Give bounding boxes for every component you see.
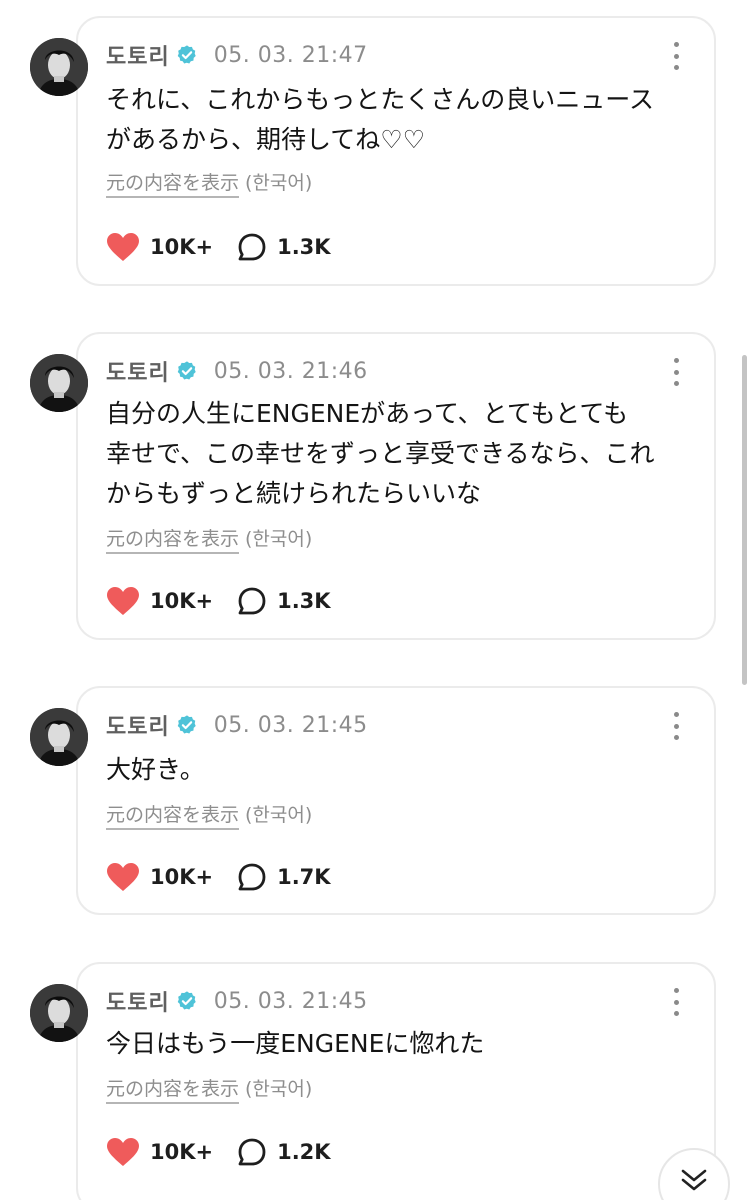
verified-badge-icon [177,45,196,64]
more-vertical-icon[interactable] [666,358,686,386]
more-vertical-icon[interactable] [666,988,686,1016]
show-original-row: 元の内容を表示 (한국어) [106,168,313,198]
post-card[interactable]: 도토리 05. 03. 21:45 今日はもう一度ENGENEに惚れた 元の内容… [76,962,716,1200]
post-actions: 10K+ 1.7K [106,860,331,894]
post-header: 도토리 05. 03. 21:46 [106,355,368,387]
post-text-line: 今日はもう一度ENGENEに惚れた [106,1029,485,1058]
show-original-link[interactable]: 元の内容を表示 [106,804,240,830]
comment-bubble-icon[interactable] [237,862,267,892]
post-text-line: 大好き。 [106,755,205,784]
author-name[interactable]: 도토리 [106,709,170,741]
comment-count: 1.3K [277,589,331,613]
like-count: 10K+ [150,235,214,259]
post-item: 도토리 05. 03. 21:45 大好き。 元の内容を表示 (한국어) 10K+ [0,686,751,915]
show-original-row: 元の内容を表示 (한국어) [106,1074,313,1104]
post-item: 도토리 05. 03. 21:45 今日はもう一度ENGENEに惚れた 元の内容… [0,962,751,1200]
author-name[interactable]: 도토리 [106,39,170,71]
show-original-link[interactable]: 元の内容を表示 [106,528,240,554]
comment-count: 1.3K [277,235,331,259]
post-text: 自分の人生にENGENEがあって、とてもとても 幸せで、この幸せをずっと享受でき… [106,394,706,514]
post-item: 도토리 05. 03. 21:46 自分の人生にENGENEがあって、とてもとて… [0,332,751,640]
like-count: 10K+ [150,865,214,889]
post-text-line: からもずっと続けられたらいいな [106,479,482,508]
comment-bubble-icon[interactable] [237,1137,267,1167]
original-language-label: (한국어) [245,1078,313,1100]
comment-count: 1.2K [277,1140,331,1164]
author-name[interactable]: 도토리 [106,985,170,1017]
avatar[interactable] [30,354,88,412]
post-card[interactable]: 도토리 05. 03. 21:46 自分の人生にENGENEがあって、とてもとて… [76,332,716,640]
post-card[interactable]: 도토리 05. 03. 21:45 大好き。 元の内容を表示 (한국어) 10K+ [76,686,716,915]
post-text-line: 自分の人生にENGENEがあって、とてもとても [106,399,629,428]
post-header: 도토리 05. 03. 21:45 [106,709,368,741]
post-header: 도토리 05. 03. 21:47 [106,39,368,71]
more-vertical-icon[interactable] [666,42,686,70]
post-header: 도토리 05. 03. 21:45 [106,985,368,1017]
post-text: 大好き。 [106,750,706,790]
post-card[interactable]: 도토리 05. 03. 21:47 それに、これからもっとたくさんの良いニュース… [76,16,716,286]
heart-icon[interactable] [106,1137,140,1167]
post-item: 도토리 05. 03. 21:47 それに、これからもっとたくさんの良いニュース… [0,16,751,286]
like-count: 10K+ [150,1140,214,1164]
double-chevron-down-icon [681,1169,707,1191]
post-actions: 10K+ 1.3K [106,584,331,618]
verified-badge-icon [177,361,196,380]
post-timestamp: 05. 03. 21:46 [213,358,368,384]
post-text: 今日はもう一度ENGENEに惚れた [106,1024,706,1064]
post-text-line: 幸せで、この幸せをずっと享受できるなら、これ [106,439,655,468]
post-text-line: があるから、期待してね♡♡ [106,125,426,154]
heart-icon[interactable] [106,586,140,616]
comment-bubble-icon[interactable] [237,586,267,616]
comment-bubble-icon[interactable] [237,232,267,262]
scrollbar[interactable] [742,355,747,685]
post-feed: 도토리 05. 03. 21:47 それに、これからもっとたくさんの良いニュース… [0,0,751,1200]
original-language-label: (한국어) [245,528,313,550]
original-language-label: (한국어) [245,172,313,194]
show-original-link[interactable]: 元の内容を表示 [106,1078,240,1104]
more-vertical-icon[interactable] [666,712,686,740]
original-language-label: (한국어) [245,804,313,826]
avatar[interactable] [30,38,88,96]
heart-icon[interactable] [106,232,140,262]
show-original-row: 元の内容を表示 (한국어) [106,524,313,554]
verified-badge-icon [177,715,196,734]
post-text-line: それに、これからもっとたくさんの良いニュース [106,85,655,114]
show-original-link[interactable]: 元の内容を表示 [106,172,240,198]
show-original-row: 元の内容を表示 (한국어) [106,800,313,830]
avatar[interactable] [30,984,88,1042]
avatar[interactable] [30,708,88,766]
post-timestamp: 05. 03. 21:45 [213,712,368,738]
post-actions: 10K+ 1.2K [106,1135,331,1169]
post-text: それに、これからもっとたくさんの良いニュース があるから、期待してね♡♡ [106,80,706,160]
post-timestamp: 05. 03. 21:47 [213,42,368,68]
post-actions: 10K+ 1.3K [106,230,331,264]
comment-count: 1.7K [277,865,331,889]
verified-badge-icon [177,991,196,1010]
heart-icon[interactable] [106,862,140,892]
author-name[interactable]: 도토리 [106,355,170,387]
like-count: 10K+ [150,589,214,613]
post-timestamp: 05. 03. 21:45 [213,988,368,1014]
